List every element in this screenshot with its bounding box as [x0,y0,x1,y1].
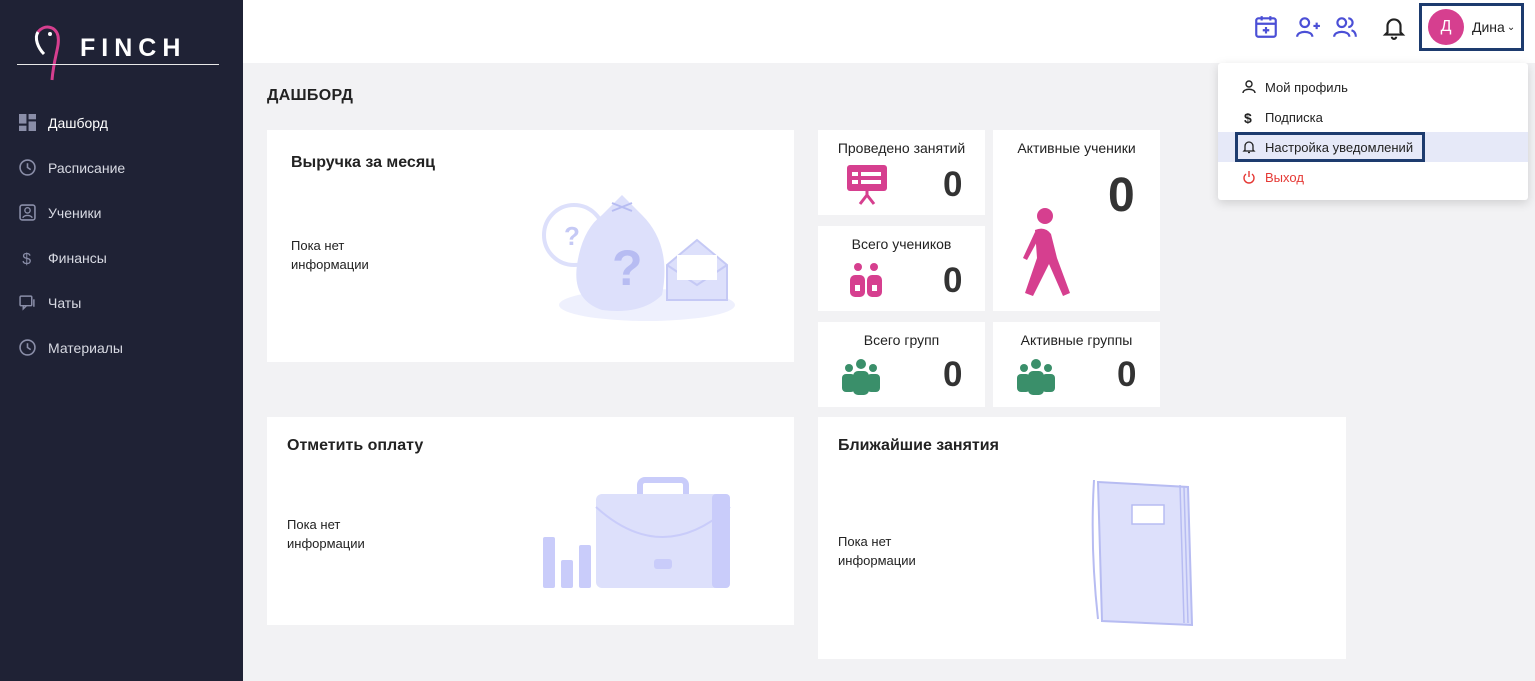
money-bag-illustration-icon: ? ? [542,195,735,321]
students-icon [850,263,882,297]
payment-card: Отметить оплату Пока нет информации [267,417,794,625]
stat-active-students: Активные ученики 0 [993,130,1160,311]
stat-active-groups: Активные группы 0 [993,322,1160,407]
power-icon [1243,171,1255,184]
sidebar-item-label: Финансы [48,249,107,266]
upcoming-lessons-card: Ближайшие занятия Пока нет информации [818,417,1346,659]
brand-name: FINCH [80,34,187,62]
briefcase-illustration-icon [543,477,731,588]
sidebar-item-materials[interactable]: Материалы [0,325,243,370]
chat-icon [19,295,35,311]
menu-item-label: Выход [1265,169,1304,185]
menu-item-logout[interactable]: Выход [1218,162,1528,192]
user-name: Дина [1472,19,1505,35]
svg-text:?: ? [564,221,580,251]
dollar-icon: $ [1244,110,1252,124]
svg-text:$: $ [1244,110,1252,124]
sidebar-item-label: Ученики [48,204,102,221]
finch-logo-icon [34,25,60,81]
clock-icon [19,159,36,176]
top-bar [243,0,1535,63]
stat-lessons: Проведено занятий 0 [818,130,985,215]
sidebar-item-students[interactable]: Ученики [0,190,243,235]
sidebar: FINCH Дашборд Расписание Ученики $ Финан… [0,0,243,681]
sidebar-item-label: Расписание [48,159,126,176]
sidebar-item-schedule[interactable]: Расписание [0,145,243,190]
stat-label: Проведено занятий [837,140,966,156]
revenue-empty-text: Пока нет информации [291,238,369,272]
sidebar-item-finance[interactable]: $ Финансы [0,235,243,280]
walking-person-icon [1023,208,1070,296]
person-icon [1242,80,1256,94]
group-icon [1017,359,1055,395]
stat-total-groups: Всего групп 0 [818,322,985,407]
stat-label: Всего групп [863,332,940,348]
student-icon [19,204,36,221]
page-title: ДАШБОРД [267,87,354,104]
sidebar-item-label: Дашборд [48,114,108,131]
avatar: Д [1428,9,1464,45]
menu-item-subscription[interactable]: $ Подписка [1218,102,1528,132]
book-illustration-icon [1091,479,1194,627]
menu-item-label: Мой профиль [1265,79,1348,95]
svg-text:?: ? [612,240,643,296]
svg-text:$: $ [22,251,31,266]
payment-card-title: Отметить оплату [287,437,424,454]
clock-icon [19,339,36,356]
stat-total-students: Всего учеников 0 [818,226,985,311]
dashboard-icon [19,114,36,131]
focus-outline [1235,132,1425,162]
stat-value: 0 [1108,169,1135,222]
menu-item-profile[interactable]: Мой профиль [1218,72,1528,102]
user-dropdown-menu: Мой профиль $ Подписка Настройка уведомл… [1218,63,1528,200]
stat-value: 0 [943,355,963,394]
user-add-icon[interactable] [1295,14,1321,40]
sidebar-item-dashboard[interactable]: Дашборд [0,100,243,145]
upcoming-empty-text: Пока нет информации [838,534,916,568]
sidebar-item-chats[interactable]: Чаты [0,280,243,325]
sidebar-item-label: Чаты [48,294,82,311]
stat-label: Всего учеников [851,236,952,252]
menu-item-notification-settings[interactable]: Настройка уведомлений [1218,132,1528,162]
stat-value: 0 [943,261,963,300]
stat-label: Активные группы [1020,332,1133,348]
revenue-card-title: Выручка за месяц [291,154,435,171]
sidebar-nav: Дашборд Расписание Ученики $ Финансы Чат… [0,100,243,370]
users-icon[interactable] [1332,14,1358,40]
user-menu-button[interactable]: Д Дина ⌄ [1419,3,1524,51]
logo-divider [17,64,219,65]
chevron-down-icon: ⌄ [1506,21,1516,33]
upcoming-card-title: Ближайшие занятия [838,437,999,454]
presentation-icon [847,165,887,205]
payment-empty-text: Пока нет информации [287,517,365,551]
dollar-icon: $ [22,251,31,266]
sidebar-item-label: Материалы [48,339,123,356]
stat-value: 0 [943,165,963,204]
stat-value: 0 [1117,355,1137,394]
revenue-card: Выручка за месяц Пока нет информации ? ? [267,130,794,362]
menu-item-label: Подписка [1265,109,1323,125]
calendar-add-icon[interactable] [1253,14,1279,40]
stat-label: Активные ученики [1017,140,1136,156]
group-icon [842,359,880,395]
bell-icon[interactable] [1381,14,1407,40]
